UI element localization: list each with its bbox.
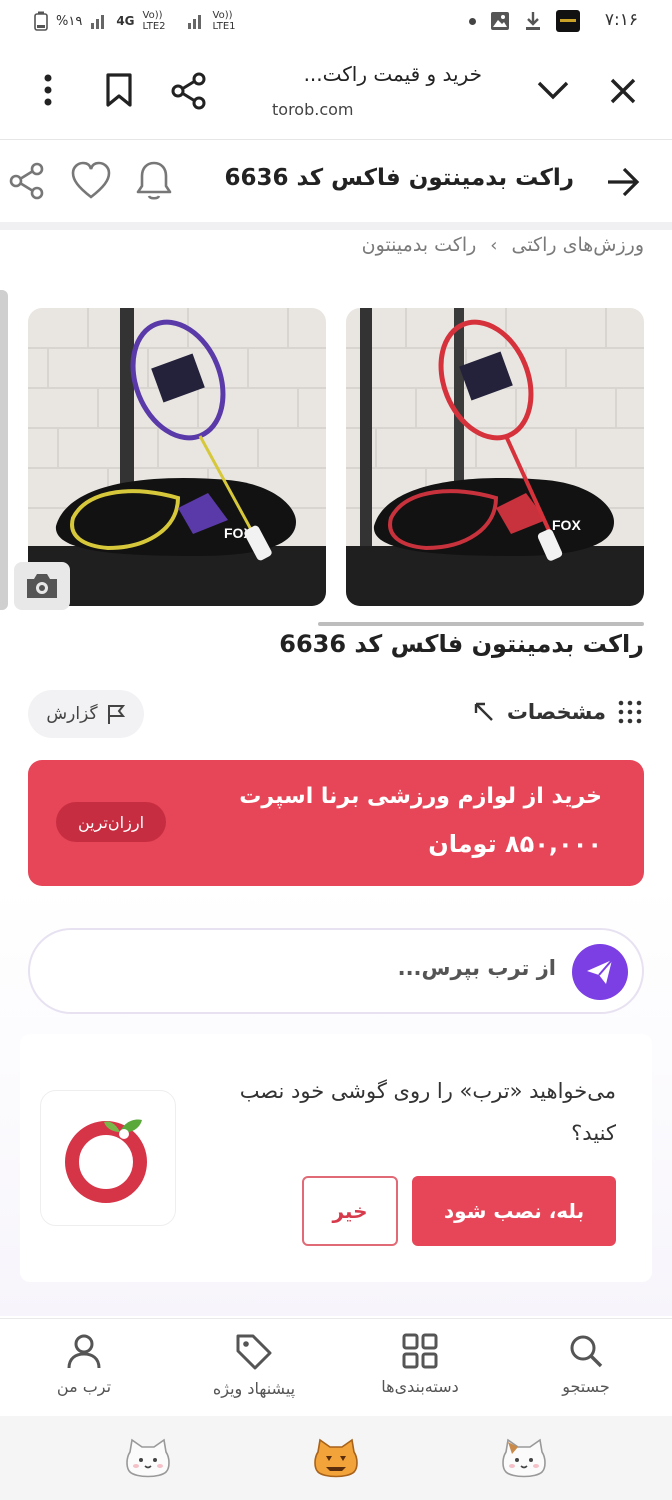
share-icon[interactable] <box>8 161 46 201</box>
share-icon[interactable] <box>170 72 208 110</box>
nav-item-special-offers[interactable]: پیشنهاد ویژه <box>184 1333 324 1398</box>
pumpkin-icon[interactable] <box>312 1438 360 1480</box>
breadcrumb: ورزش‌های راکتی › راکت بدمینتون <box>362 234 644 256</box>
send-button[interactable] <box>572 944 628 1000</box>
tag-icon <box>236 1334 272 1370</box>
nav-label: جستجو <box>562 1377 610 1396</box>
browser-toolbar: خرید و قیمت راکت... torob.com <box>0 44 672 140</box>
breadcrumb-separator: › <box>490 234 498 256</box>
signal-icon <box>187 15 201 29</box>
install-app-card: می‌خواهید «ترب» را روی گوشی خود نصب کنید… <box>20 1034 652 1282</box>
signal-icon <box>91 15 105 29</box>
page-title: راکت بدمینتون فاکس کد 6636 <box>224 165 574 191</box>
app-notification-icon <box>556 10 580 32</box>
browser-page-title: خرید و قیمت راکت... <box>303 62 482 86</box>
offer-price: ۸۵۰,۰۰۰ تومان <box>428 830 602 858</box>
breadcrumb-item[interactable]: ورزش‌های راکتی <box>511 234 644 256</box>
install-no-button[interactable]: خیر <box>302 1176 398 1246</box>
gallery-indicator <box>318 622 644 626</box>
user-icon <box>67 1334 101 1369</box>
page-header: راکت بدمینتون فاکس کد 6636 <box>0 141 672 223</box>
gallery-prev-peek <box>0 290 8 610</box>
battery-icon <box>34 11 48 31</box>
network-4g: 4G <box>116 14 135 28</box>
brand-logo-text: FOX <box>552 517 581 533</box>
image-icon <box>491 12 509 30</box>
specs-link[interactable]: مشخصات <box>473 700 642 724</box>
close-icon[interactable] <box>608 76 638 106</box>
battery-percent: %۱۹ <box>56 13 83 29</box>
visual-search-button[interactable] <box>14 562 70 610</box>
nav-label: ترب من <box>56 1377 112 1396</box>
status-left: %۱۹ 4G Vo)) LTE2 Vo)) LTE1 <box>34 10 249 32</box>
report-button[interactable]: گزارش <box>28 690 144 738</box>
best-offer-card[interactable]: خرید از لوازم ورزشی برنا اسپرت ۸۵۰,۰۰۰ ت… <box>28 760 644 886</box>
network-lte2: Vo)) LTE2 <box>142 10 166 32</box>
specs-label: مشخصات <box>506 700 606 724</box>
arrow-up-left-icon <box>474 702 493 721</box>
bottom-navigation: جستجو دسته‌بندی‌ها پیشنهاد ویژه ترب من <box>0 1318 672 1416</box>
cheapest-badge: ارزان‌ترین <box>56 802 166 842</box>
arrow-back-icon[interactable] <box>606 167 640 197</box>
status-notification-icons <box>469 10 580 32</box>
heart-icon[interactable] <box>70 161 112 201</box>
clock: ۷:۱۶ <box>604 10 638 30</box>
product-title: راکت بدمینتون فاکس کد 6636 <box>279 630 644 658</box>
camera-icon <box>27 574 57 598</box>
bookmark-icon[interactable] <box>104 72 134 108</box>
product-image[interactable]: FOX <box>28 308 326 606</box>
torob-logo-icon <box>65 1119 147 1203</box>
status-bar: %۱۹ 4G Vo)) LTE2 Vo)) LTE1 ۷:۱۶ <box>0 0 672 44</box>
dot-icon <box>469 17 476 25</box>
search-icon <box>570 1335 603 1368</box>
cat-face-icon[interactable] <box>124 1438 172 1480</box>
cat-face-icon[interactable] <box>500 1438 548 1480</box>
racket-red-photo: FOX <box>346 308 644 606</box>
offer-shop-name: خرید از لوازم ورزشی برنا اسپرت <box>239 784 602 809</box>
browser-url[interactable]: torob.com <box>272 100 354 119</box>
breadcrumb-item[interactable]: راکت بدمینتون <box>362 234 477 256</box>
section-divider <box>0 222 672 230</box>
racket-purple-photo: FOX <box>28 308 326 606</box>
nav-item-search[interactable]: جستجو <box>516 1333 656 1396</box>
install-prompt-text: می‌خواهید «ترب» را روی گوشی خود نصب کنید… <box>239 1079 616 1145</box>
bell-icon[interactable] <box>134 159 174 201</box>
nav-label: دسته‌بندی‌ها <box>381 1377 459 1396</box>
install-yes-button[interactable]: بله، نصب شود <box>412 1176 616 1246</box>
report-label: گزارش <box>46 704 98 724</box>
send-icon <box>587 959 613 984</box>
dots-grid-icon <box>618 700 642 724</box>
system-navigation-bar <box>0 1416 672 1500</box>
network-lte1: Vo)) LTE1 <box>212 10 236 32</box>
ask-torob-input[interactable]: از ترب بپرس... <box>28 928 644 1014</box>
more-vert-icon[interactable] <box>40 72 56 108</box>
nav-label: پیشنهاد ویژه <box>212 1379 296 1398</box>
chevron-down-icon[interactable] <box>536 78 570 102</box>
download-icon <box>526 12 540 30</box>
product-image[interactable]: FOX <box>346 308 644 606</box>
nav-item-categories[interactable]: دسته‌بندی‌ها <box>350 1333 490 1396</box>
ask-placeholder: از ترب بپرس... <box>397 956 556 980</box>
torob-app-logo <box>40 1090 176 1226</box>
flag-icon <box>107 705 125 724</box>
grid-icon <box>402 1333 438 1369</box>
nav-item-my-torob[interactable]: ترب من <box>14 1333 154 1396</box>
